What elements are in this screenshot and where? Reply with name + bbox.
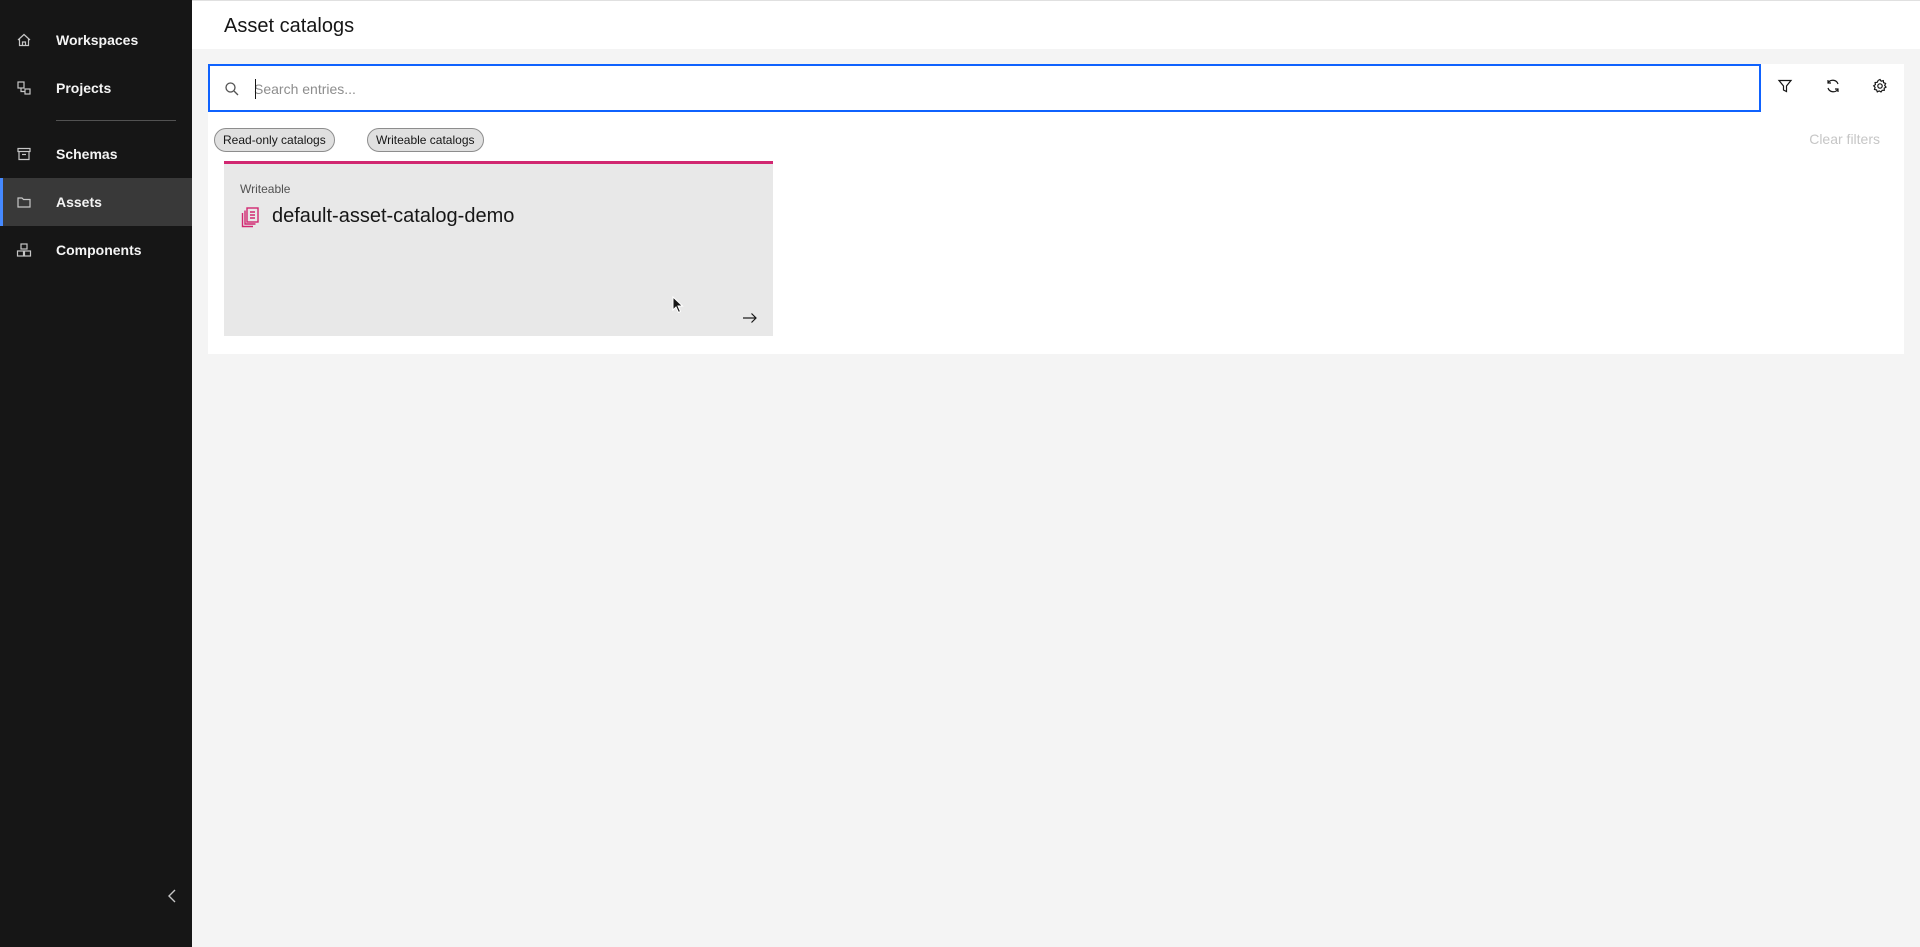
sidebar-item-assets[interactable]: Assets [0, 178, 192, 226]
sidebar-item-label: Assets [56, 194, 102, 210]
sidebar-item-projects[interactable]: Projects [0, 64, 192, 112]
catalog-panel: Read-only catalogs Writeable catalogs Cl… [208, 64, 1904, 354]
sidebar-item-label: Schemas [56, 146, 118, 162]
sidebar-collapse-button[interactable] [160, 886, 184, 910]
home-icon [16, 32, 32, 48]
page-header: Asset catalogs [192, 0, 1920, 49]
clear-filters-button[interactable]: Clear filters [1809, 131, 1880, 147]
catalog-icon [240, 206, 260, 228]
filter-tag-writeable[interactable]: Writeable catalogs [367, 128, 484, 152]
chevron-left-icon [166, 888, 178, 909]
sidebar-item-label: Components [56, 242, 142, 258]
sidebar: Workspaces Projects Schemas Assets Compo… [0, 0, 192, 947]
catalog-card[interactable]: Writeable default-asset-catalog-demo [224, 161, 773, 336]
components-icon [16, 242, 32, 258]
sidebar-item-label: Workspaces [56, 32, 139, 48]
projects-icon [16, 80, 32, 96]
sidebar-item-label: Projects [56, 80, 112, 96]
search-icon [224, 81, 240, 97]
filter-tag-read-only[interactable]: Read-only catalogs [214, 128, 335, 152]
refresh-icon [1825, 78, 1841, 99]
sidebar-divider [56, 120, 176, 121]
refresh-button[interactable] [1809, 64, 1857, 112]
text-caret [255, 79, 256, 99]
filter-icon [1777, 78, 1793, 99]
catalog-name: default-asset-catalog-demo [272, 205, 515, 227]
filter-button[interactable] [1761, 64, 1809, 112]
schema-icon [16, 146, 32, 162]
settings-icon [1872, 78, 1888, 99]
folder-icon [16, 194, 32, 210]
page-title: Asset catalogs [224, 15, 355, 37]
sidebar-item-schemas[interactable]: Schemas [0, 130, 192, 178]
sidebar-item-components[interactable]: Components [0, 226, 192, 274]
catalog-type: Writeable [240, 182, 291, 196]
arrow-right-icon[interactable] [741, 311, 759, 325]
main-content: Asset catalogs Read-only catalogs Wri [192, 0, 1920, 947]
settings-button[interactable] [1856, 64, 1904, 112]
sidebar-item-workspaces[interactable]: Workspaces [0, 16, 192, 64]
search-box [208, 64, 1761, 112]
search-input[interactable] [254, 76, 1734, 102]
